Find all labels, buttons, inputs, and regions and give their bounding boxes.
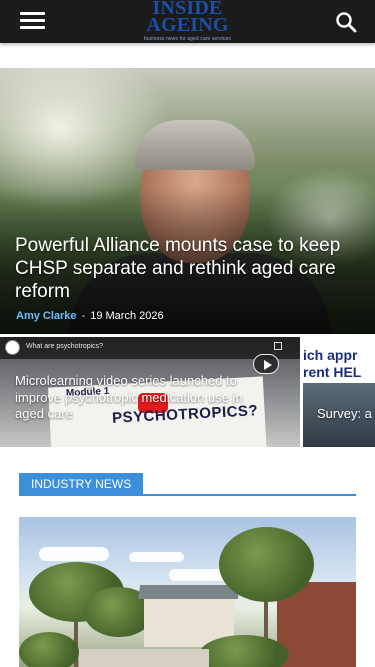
- article-card-survey[interactable]: ich appr rent HEL Survey: a yet to im: [303, 337, 375, 447]
- section-title[interactable]: INDUSTRY NEWS: [19, 473, 144, 495]
- channel-avatar: [5, 340, 20, 355]
- featured-article-title[interactable]: Powerful Alliance mounts case to keep CH…: [15, 234, 355, 303]
- article-date: 19 March 2026: [90, 310, 164, 322]
- featured-article-meta: Amy Clarke -19 March 2026: [16, 310, 164, 322]
- play-button-icon[interactable]: [253, 354, 279, 374]
- article-card-title[interactable]: Survey: a yet to im: [317, 406, 375, 423]
- video-title: What are psychotropics?: [26, 343, 104, 350]
- card-image-text-line2: rent HEL: [303, 364, 362, 380]
- news-article-image[interactable]: [19, 517, 356, 667]
- top-navigation-bar: INSIDE AGEING business news for aged car…: [0, 0, 375, 43]
- site-logo[interactable]: INSIDE AGEING business news for aged car…: [130, 0, 245, 43]
- meta-separator: -: [81, 310, 86, 322]
- industry-news-section-header: INDUSTRY NEWS: [19, 473, 356, 496]
- card-image-text-line1: ich appr: [303, 347, 358, 363]
- featured-article[interactable]: Powerful Alliance mounts case to keep CH…: [0, 68, 375, 334]
- copy-link-icon[interactable]: [274, 342, 282, 350]
- article-card-title[interactable]: Microlearning video series launched to i…: [15, 373, 255, 423]
- article-author[interactable]: Amy Clarke: [16, 310, 77, 322]
- logo-wordmark: INSIDE AGEING: [146, 0, 229, 36]
- logo-tagline: business news for aged care services: [144, 36, 231, 42]
- video-top-bar: What are psychotropics?: [0, 337, 300, 359]
- article-card-video[interactable]: Module 1 PSYCHOTROPICS? What are psychot…: [0, 337, 300, 447]
- search-icon[interactable]: [335, 11, 357, 33]
- page: INSIDE AGEING business news for aged car…: [0, 0, 375, 667]
- hamburger-menu-icon[interactable]: [20, 12, 45, 30]
